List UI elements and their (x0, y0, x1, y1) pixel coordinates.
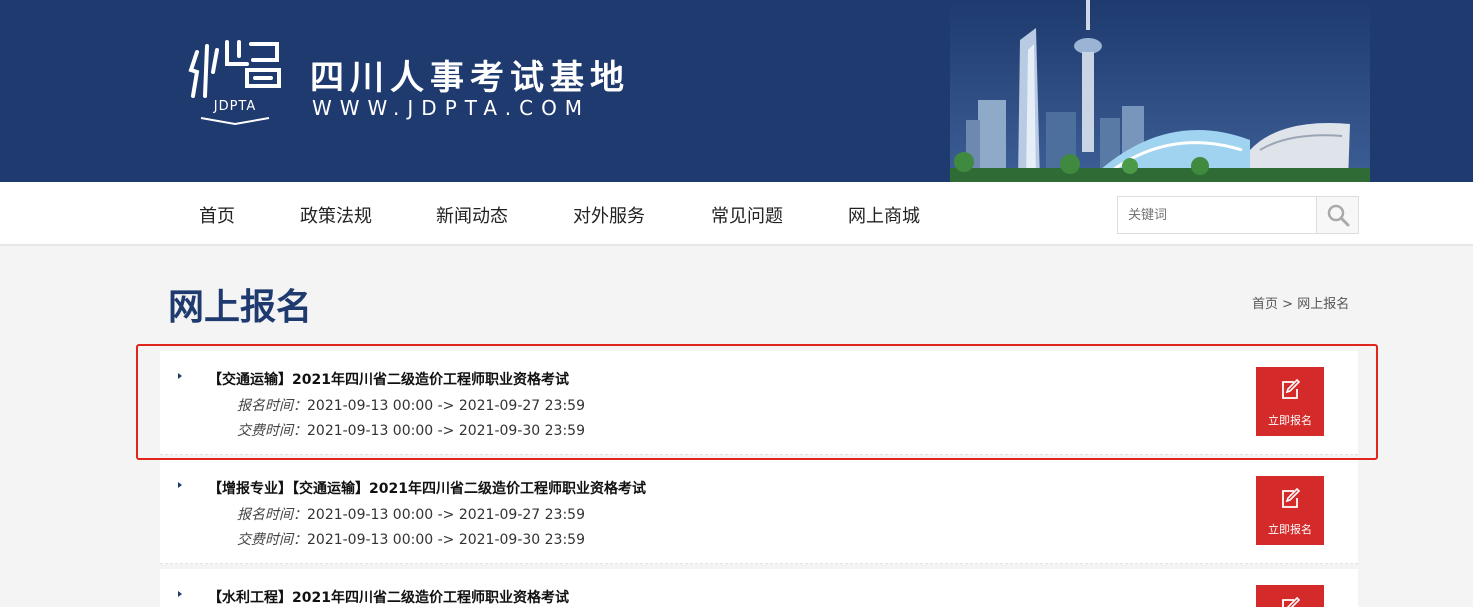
edit-icon (1282, 379, 1300, 399)
registration-time: 报名时间：2021-09-13 00:00 -> 2021-09-27 23:5… (237, 395, 585, 415)
apply-now-button[interactable]: 立即报名 (1256, 367, 1324, 436)
breadcrumb: 首页 > 网上报名 (1252, 293, 1349, 312)
page-title: 网上报名 (168, 287, 313, 328)
breadcrumb-current: 网上报名 (1297, 297, 1350, 312)
exam-list-item: 【交通运输】2021年四川省二级造价工程师职业资格考试 报名时间：2021-09… (160, 351, 1358, 455)
nav-item-news[interactable]: 新闻动态 (436, 202, 508, 228)
payment-time: 交费时间：2021-09-13 00:00 -> 2021-09-30 23:5… (237, 420, 585, 440)
site-banner: JDPTA 四川人事考试基地 WWW.JDPTA.COM (0, 0, 1473, 182)
registration-time-label: 报名时间： (237, 507, 307, 523)
search-button[interactable] (1316, 197, 1358, 233)
registration-time: 报名时间：2021-09-13 00:00 -> 2021-09-27 23:5… (237, 504, 585, 524)
nav-item-shop[interactable]: 网上商城 (848, 202, 920, 228)
bullet-icon (178, 373, 182, 379)
registration-time-value: 2021-09-13 00:00 -> 2021-09-27 23:59 (307, 398, 585, 414)
registration-time-value: 2021-09-13 00:00 -> 2021-09-27 23:59 (307, 507, 585, 523)
breadcrumb-separator: > (1282, 297, 1294, 312)
apply-now-label: 立即报名 (1268, 523, 1312, 536)
breadcrumb-home[interactable]: 首页 (1252, 297, 1278, 312)
apply-now-button[interactable] (1256, 585, 1324, 607)
nav-item-services[interactable]: 对外服务 (573, 202, 645, 228)
main-nav: 首页 政策法规 新闻动态 对外服务 常见问题 网上商城 (0, 182, 1473, 246)
edit-icon (1282, 488, 1300, 508)
exam-list-item: 【增报专业】【交通运输】2021年四川省二级造价工程师职业资格考试 报名时间：2… (160, 460, 1358, 564)
registration-time-label: 报名时间： (237, 398, 307, 414)
exam-list-item: 【水利工程】2021年四川省二级造价工程师职业资格考试 (160, 569, 1358, 607)
nav-item-faq[interactable]: 常见问题 (711, 202, 783, 228)
exam-title[interactable]: 【水利工程】2021年四川省二级造价工程师职业资格考试 (208, 587, 569, 607)
exam-title[interactable]: 【增报专业】【交通运输】2021年四川省二级造价工程师职业资格考试 (208, 478, 646, 498)
apply-now-label: 立即报名 (1268, 414, 1312, 427)
edit-icon (1282, 597, 1300, 607)
logo-lettering: JDPTA (213, 99, 257, 114)
site-url: WWW.JDPTA.COM (312, 96, 591, 120)
search-input[interactable] (1118, 197, 1316, 233)
site-name: 四川人事考试基地 (310, 58, 630, 98)
bullet-icon (178, 591, 182, 597)
search-box (1117, 196, 1359, 234)
nav-item-home[interactable]: 首页 (199, 202, 235, 228)
bullet-icon (178, 482, 182, 488)
search-icon (1327, 204, 1350, 227)
payment-time: 交费时间：2021-09-13 00:00 -> 2021-09-30 23:5… (237, 529, 585, 549)
exam-title[interactable]: 【交通运输】2021年四川省二级造价工程师职业资格考试 (208, 369, 569, 389)
nav-item-policy[interactable]: 政策法规 (300, 202, 372, 228)
payment-time-label: 交费时间： (237, 423, 307, 439)
payment-time-value: 2021-09-13 00:00 -> 2021-09-30 23:59 (307, 532, 585, 548)
apply-now-button[interactable]: 立即报名 (1256, 476, 1324, 545)
jdpta-logo-icon: JDPTA (188, 40, 281, 126)
payment-time-value: 2021-09-13 00:00 -> 2021-09-30 23:59 (307, 423, 585, 439)
city-skyline-image (950, 0, 1370, 182)
payment-time-label: 交费时间： (237, 532, 307, 548)
